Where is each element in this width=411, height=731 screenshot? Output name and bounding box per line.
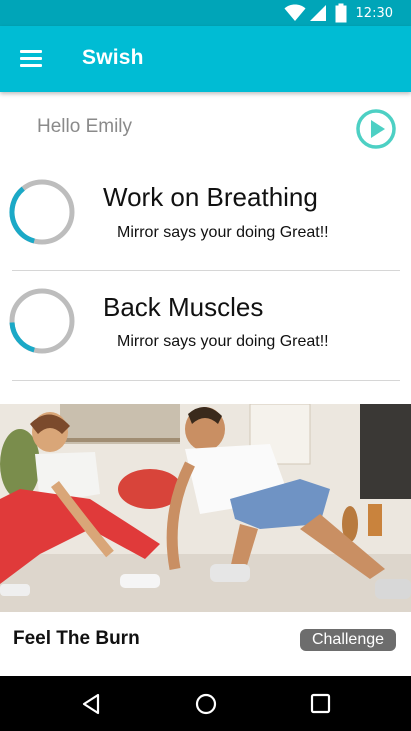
signal-icon: [309, 5, 326, 21]
challenge-tag[interactable]: Challenge: [300, 629, 396, 651]
home-icon[interactable]: [192, 690, 220, 718]
app-bar: Swish: [0, 26, 411, 92]
workout-photo[interactable]: [0, 404, 411, 612]
battery-icon: [335, 3, 347, 23]
progress-item-title: Work on Breathing: [103, 182, 318, 212]
back-icon[interactable]: [78, 690, 106, 718]
navigation-bar: [0, 676, 411, 731]
progress-item-subtitle: Mirror says your doing Great!!: [117, 333, 329, 350]
app-title: Swish: [82, 46, 144, 69]
progress-item-title: Back Muscles: [103, 292, 264, 322]
status-icons: 12:30: [284, 0, 411, 26]
status-time: 12:30: [355, 5, 393, 21]
play-circle-icon[interactable]: [355, 108, 397, 150]
progress-item-subtitle: Mirror says your doing Great!!: [117, 224, 329, 241]
divider: [12, 270, 400, 271]
divider: [12, 380, 400, 381]
card-title: Feel The Burn: [13, 628, 140, 649]
progress-item-back-muscles[interactable]: Back Muscles Mirror says your doing Grea…: [0, 272, 411, 382]
status-bar: 12:30: [0, 0, 411, 26]
wifi-icon: [284, 4, 306, 21]
greeting-text: Hello Emily: [37, 116, 133, 137]
recents-icon[interactable]: [307, 690, 335, 718]
hamburger-menu-icon[interactable]: [20, 50, 44, 70]
progress-ring: [9, 179, 75, 245]
progress-ring: [9, 288, 75, 354]
progress-item-breathing[interactable]: Work on Breathing Mirror says your doing…: [0, 162, 411, 272]
